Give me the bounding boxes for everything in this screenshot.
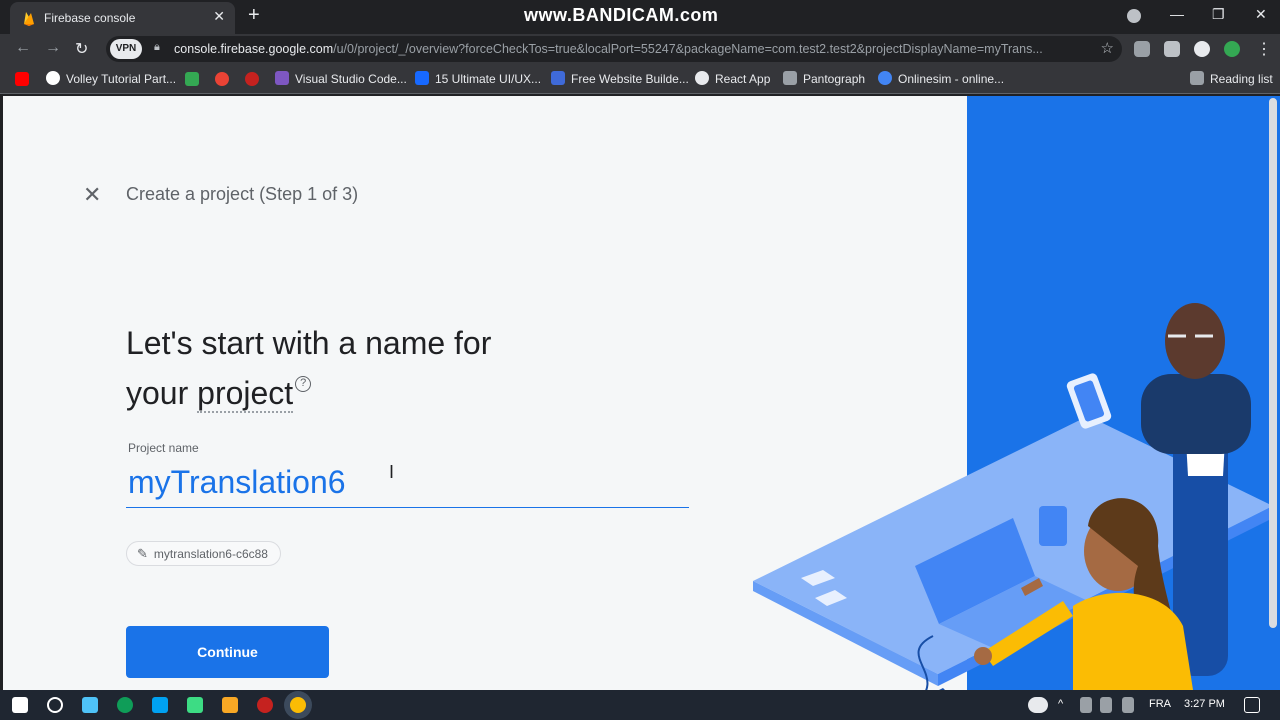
notifications-icon[interactable] [1244,697,1260,713]
url-path: /u/0/project/_/overview?forceCheckTos=tr… [333,42,1043,56]
help-icon[interactable]: ? [295,376,312,392]
battery-icon[interactable] [1100,697,1112,713]
tray-chevron-icon[interactable]: ^ [1058,698,1063,710]
lock-icon[interactable]: 🔒︎ [154,41,160,54]
hexagon-icon [275,71,289,85]
file-explorer-icon[interactable] [222,697,238,713]
reading-list-icon [1190,71,1204,85]
url-host: console.firebase.google.com [174,42,334,56]
opera-icon[interactable] [245,72,259,86]
youtube-icon[interactable] [15,72,29,86]
forward-arrow-icon[interactable]: → [45,39,61,57]
onedrive-cloud-icon[interactable] [1028,697,1048,713]
store-icon[interactable] [152,697,168,713]
bookmark-item[interactable]: Free Website Builde... [551,71,689,86]
bookmark-label: Volley Tutorial Part... [66,72,177,86]
project-id-text: mytranslation6-c6c88 [153,547,268,561]
profile-icon[interactable] [1127,9,1141,23]
extension-shield-icon[interactable] [1134,41,1150,57]
bookmark-star-icon[interactable]: ☆ [1101,39,1114,57]
bookmark-item[interactable]: Pantograph [783,71,865,86]
back-arrow-icon[interactable]: ← [15,39,31,57]
dribbble-icon[interactable] [215,72,229,86]
volume-icon[interactable] [1122,697,1134,713]
page-headline: Let's start with a name for your project… [126,318,646,418]
firebase-create-project-page: ✕ Create a project (Step 1 of 3) Let's s… [3,96,1280,690]
behance-icon [415,71,429,85]
sync-check-icon[interactable] [1224,41,1240,57]
headline-prefix: your [126,375,198,411]
power-icon [878,71,892,85]
bookmark-label: Visual Studio Code... [295,72,407,86]
reading-list-button[interactable]: Reading list [1190,71,1273,86]
github-icon [46,71,60,85]
bookmark-label: Pantograph [803,72,866,86]
android-studio-icon[interactable] [187,697,203,713]
recording-watermark: www.BANDICAM.com [524,5,719,25]
tab-title: Firebase console [44,11,136,25]
windows-taskbar: ^ FRA 3:27 PM [0,690,1280,720]
pencil-icon: ✎ [137,546,148,561]
windows-start-icon[interactable] [12,697,28,713]
firebase-icon [24,12,34,26]
tab-close-icon[interactable]: ✕ [213,8,225,25]
bookmark-item[interactable]: Onlinesim - online... [878,71,1004,86]
close-icon[interactable]: ✕ [83,182,101,208]
restore-button[interactable]: ❐ [1212,6,1225,23]
account-icon[interactable] [1194,41,1210,57]
bookmark-label: 15 Ultimate UI/UX... [435,72,542,86]
bookmark-label: React App [715,72,771,86]
browser-tab[interactable]: Firebase console ✕ [10,2,235,34]
text-cursor-icon: I [389,462,395,482]
project-name-label: Project name [128,441,199,455]
clock[interactable]: 3:27 PM [1184,698,1225,710]
bookmark-label: Onlinesim - online... [898,72,1005,86]
minimize-button[interactable]: — [1170,6,1184,22]
task-view-icon[interactable] [82,697,98,713]
browser-toolbar: ← → ↻ VPN 🔒︎ console.firebase.google.com… [0,34,1280,64]
play-store-icon[interactable] [185,72,199,86]
extensions-puzzle-icon[interactable] [1164,41,1180,57]
step-title: Create a project (Step 1 of 3) [126,184,359,204]
bookmark-item[interactable]: React App [695,71,770,86]
project-id-chip[interactable]: ✎ mytranslation6-c6c88 [126,541,281,566]
page-scrollbar[interactable] [1269,98,1277,628]
edge-icon[interactable] [117,697,133,713]
bookmarks-bar: Volley Tutorial Part... Visual Studio Co… [0,64,1280,94]
headline-line-2: your project? [126,368,646,418]
continue-button[interactable]: Continue [126,626,329,678]
language-indicator[interactable]: FRA [1149,698,1171,710]
developers-illustration [753,303,1273,690]
address-bar[interactable]: VPN 🔒︎ console.firebase.google.com/u/0/p… [106,36,1122,62]
browser-titlebar: Firebase console ✕ + www.BANDICAM.com — … [0,0,1280,34]
bookmark-label: Free Website Builde... [571,72,689,86]
chrome-icon[interactable] [290,697,306,713]
reload-icon[interactable]: ↻ [75,39,88,59]
pantograph-icon [783,71,797,85]
vpn-badge[interactable]: VPN [110,39,142,59]
search-icon[interactable] [47,697,63,713]
globe-icon [695,71,709,85]
bandicam-icon[interactable] [257,697,273,713]
project-term[interactable]: project [197,375,294,413]
network-icon[interactable] [1080,697,1092,713]
bookmark-item[interactable]: Visual Studio Code... [275,71,407,86]
website-builder-icon [551,71,565,85]
bookmark-item[interactable]: Volley Tutorial Part... [46,71,176,86]
menu-kebab-icon[interactable]: ⋮ [1256,39,1272,59]
window-close-button[interactable]: ✕ [1255,6,1267,23]
bookmark-item[interactable]: 15 Ultimate UI/UX... [415,71,541,86]
project-name-input[interactable] [126,458,689,508]
url-text[interactable]: console.firebase.google.com/u/0/project/… [174,42,1086,56]
headline-line-1: Let's start with a name for [126,325,492,361]
reading-list-label: Reading list [1210,72,1273,86]
new-tab-button[interactable]: + [248,4,260,27]
